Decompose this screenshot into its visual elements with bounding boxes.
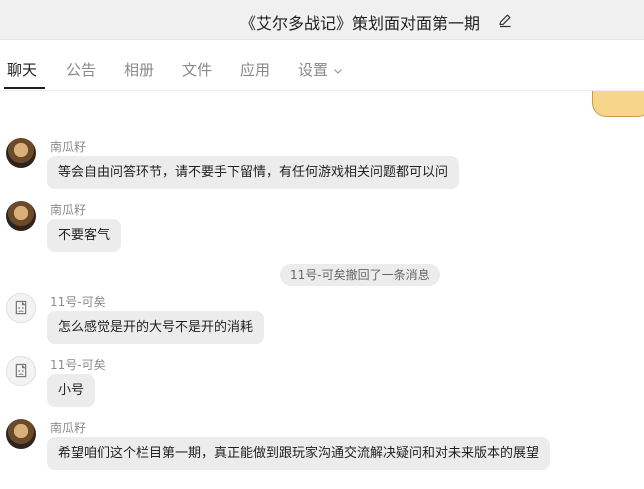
message-bubble[interactable]: 不要客气 — [47, 219, 122, 252]
avatar[interactable] — [6, 356, 36, 386]
avatar[interactable] — [6, 201, 36, 231]
tab-chat[interactable]: 聊天 — [7, 59, 37, 80]
active-tab-indicator — [4, 87, 45, 89]
sender-name[interactable]: 11号-可矣 — [50, 293, 106, 310]
tab-album[interactable]: 相册 — [124, 59, 154, 80]
avatar[interactable] — [6, 419, 36, 449]
sticker-image — [592, 91, 644, 117]
group-title: 《艾尔多战记》策划面对面第一期 — [240, 14, 481, 33]
sender-name[interactable]: 南瓜籽 — [50, 201, 86, 218]
edit-icon[interactable] — [497, 12, 513, 28]
tab-bar: 聊天 公告 相册 文件 应用 设置 — [0, 40, 644, 91]
title-bar: 《艾尔多战记》策划面对面第一期 — [0, 0, 644, 40]
sender-name[interactable]: 南瓜籽 — [50, 138, 86, 155]
message-bubble[interactable]: 小号 — [47, 374, 96, 407]
tab-apps[interactable]: 应用 — [240, 59, 270, 80]
sender-name[interactable]: 南瓜籽 — [50, 419, 86, 436]
tab-settings[interactable]: 设置 — [298, 59, 344, 80]
avatar[interactable] — [6, 138, 36, 168]
system-notice: 11号-可矣撤回了一条消息 — [280, 264, 440, 286]
message-bubble[interactable]: 怎么感觉是开的大号不是开的消耗 — [47, 311, 265, 344]
chevron-down-icon — [334, 68, 342, 74]
tab-files[interactable]: 文件 — [182, 59, 212, 80]
message-bubble[interactable]: 等会自由问答环节，请不要手下留情，有任何游戏相关问题都可以问 — [47, 156, 460, 189]
avatar[interactable] — [6, 293, 36, 323]
sender-name[interactable]: 11号-可矣 — [50, 356, 106, 373]
tab-announcement[interactable]: 公告 — [66, 59, 96, 80]
default-avatar-icon — [15, 300, 27, 315]
tab-settings-label: 设置 — [298, 61, 329, 79]
default-avatar-icon — [15, 363, 27, 378]
message-bubble[interactable]: 希望咱们这个栏目第一期，真正能做到跟玩家沟通交流解决疑问和对未来版本的展望 — [47, 437, 551, 470]
